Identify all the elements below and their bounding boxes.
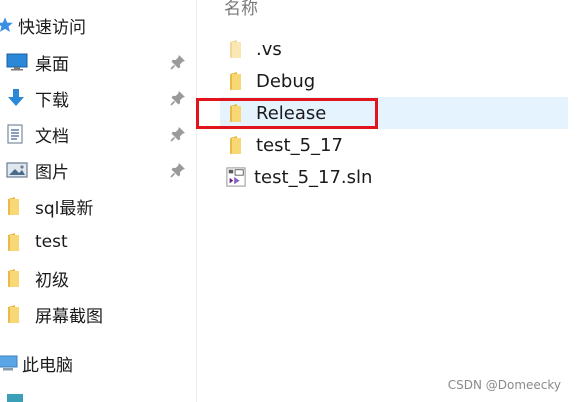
column-header-name[interactable]: 名称 [224,0,258,19]
sidebar-item-label: 下载 [35,90,69,111]
folder-icon [228,102,248,124]
pin-icon[interactable] [170,162,186,178]
sidebar-item-label: 图片 [35,162,69,183]
folder-icon [6,303,28,325]
file-explorer-window: 快速访问 桌面 下载 文档 图片 sql最新 test 初级 屏幕截图 此电脑 … [0,0,577,402]
folder-icon [6,267,28,289]
sidebar-item-label: 桌面 [35,54,69,75]
sidebar-item-sql[interactable]: sql最新 [6,191,192,221]
desktop-icon [6,51,28,73]
pin-icon[interactable] [170,90,186,106]
sidebar-item-label: 此电脑 [22,355,73,376]
quick-access-header[interactable]: 快速访问 [0,11,86,39]
sidebar-item-desktop[interactable]: 桌面 [6,47,192,77]
sidebar-item-this-pc[interactable]: 此电脑 [0,349,73,377]
sidebar-item-downloads[interactable]: 下载 [6,83,192,113]
file-name: test_5_17.sln [254,166,373,188]
folder-icon [6,195,28,217]
pin-icon[interactable] [170,126,186,142]
picture-icon [6,159,28,181]
download-icon [6,87,28,109]
file-row-vs[interactable]: .vs [220,33,568,65]
folder-icon [228,38,248,60]
folder-icon [228,134,248,156]
file-name: test_5_17 [256,134,343,156]
network-icon [7,394,23,402]
document-icon [6,123,28,145]
file-row-release[interactable]: Release [220,97,568,129]
sidebar-item-beginner[interactable]: 初级 [6,263,192,293]
sidebar-item-screenshots[interactable]: 屏幕截图 [6,299,192,329]
sidebar-item-documents[interactable]: 文档 [6,119,192,149]
sidebar-item-pictures[interactable]: 图片 [6,155,192,185]
file-name: Debug [256,70,316,92]
watermark: CSDN @Domeecky [447,378,561,392]
pin-icon[interactable] [170,54,186,70]
quick-access-label: 快速访问 [18,17,86,38]
sidebar-item-label: 屏幕截图 [35,306,103,327]
star-icon [0,17,13,32]
visual-studio-solution-icon [226,166,246,188]
sidebar-item-label: test [35,232,68,252]
folder-icon [228,70,248,92]
file-name: .vs [256,38,282,60]
computer-icon [0,352,19,374]
file-name: Release [256,102,327,124]
sidebar-item-test[interactable]: test [6,227,192,257]
file-row-debug[interactable]: Debug [220,65,568,97]
navigation-pane: 快速访问 桌面 下载 文档 图片 sql最新 test 初级 屏幕截图 此电脑 [0,0,197,402]
file-row-test-5-17-sln[interactable]: test_5_17.sln [220,161,568,193]
sidebar-item-label: 文档 [35,126,69,147]
file-row-test-5-17[interactable]: test_5_17 [220,129,568,161]
folder-icon [6,231,28,253]
sidebar-item-label: 初级 [35,270,69,291]
sidebar-item-label: sql最新 [35,198,94,219]
